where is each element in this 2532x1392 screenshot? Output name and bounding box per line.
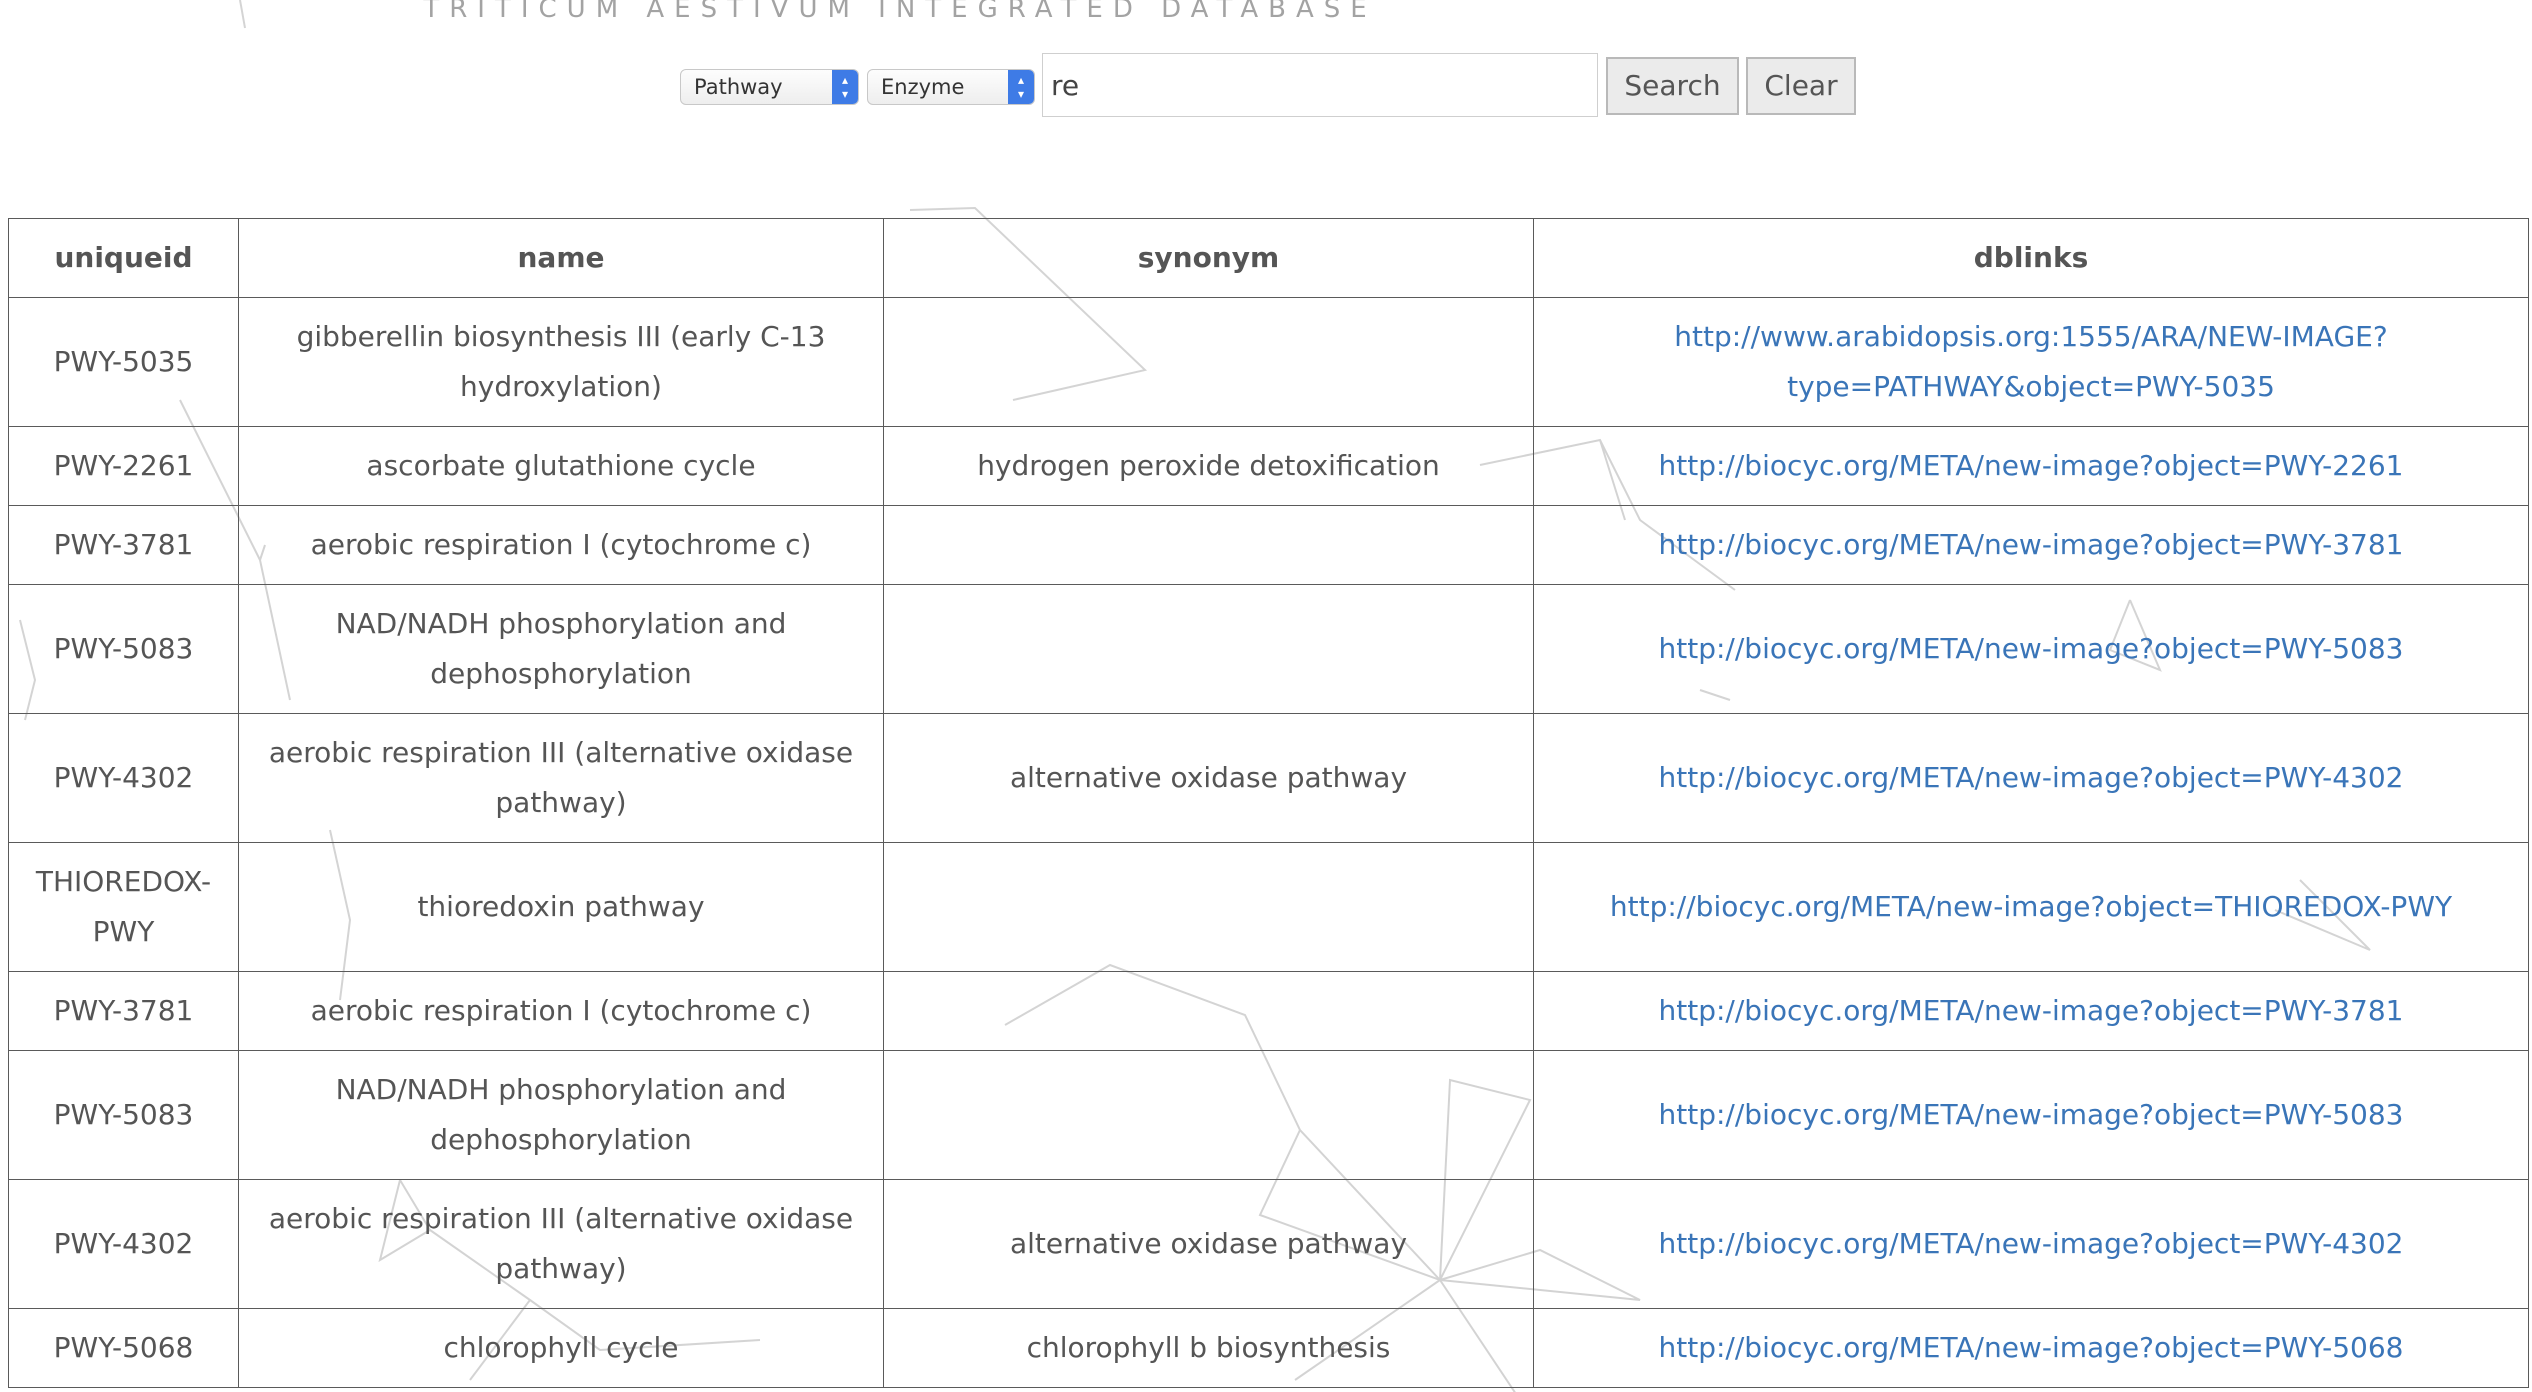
select-arrows-icon: ▴ ▾ [1008, 70, 1034, 104]
table-row: THIOREDOX-PWY thioredoxin pathway http:/… [8, 842, 2529, 972]
table-row: PWY-5035 gibberellin biosynthesis III (e… [8, 297, 2529, 427]
dblink[interactable]: http://biocyc.org/META/new-image?object=… [1659, 528, 2404, 561]
dblink[interactable]: http://biocyc.org/META/new-image?object=… [1610, 890, 2452, 923]
cell-name: aerobic respiration I (cytochrome c) [238, 505, 884, 585]
search-input[interactable] [1042, 53, 1598, 117]
dblink[interactable]: http://biocyc.org/META/new-image?object=… [1659, 1098, 2404, 1131]
cell-synonym [883, 505, 1534, 585]
cell-dblinks: http://biocyc.org/META/new-image?object=… [1533, 842, 2529, 972]
cell-uniqueid: PWY-3781 [8, 971, 239, 1051]
cell-name: aerobic respiration III (alternative oxi… [238, 713, 884, 843]
dblink[interactable]: http://biocyc.org/META/new-image?object=… [1659, 761, 2404, 794]
column-header-name: name [238, 218, 884, 298]
select-arrows-icon: ▴ ▾ [832, 70, 858, 104]
field-select[interactable]: Enzyme ▴ ▾ [867, 69, 1035, 105]
page: TRITICUM AESTIVUM INTEGRATED DATABASE Pa… [0, 0, 2532, 1392]
cell-name: aerobic respiration I (cytochrome c) [238, 971, 884, 1051]
cell-synonym: hydrogen peroxide detoxification [883, 426, 1534, 506]
cell-uniqueid: PWY-5083 [8, 584, 239, 714]
cell-dblinks: http://biocyc.org/META/new-image?object=… [1533, 584, 2529, 714]
cell-synonym: chlorophyll b biosynthesis [883, 1308, 1534, 1388]
cell-uniqueid: THIOREDOX-PWY [8, 842, 239, 972]
dblink[interactable]: http://biocyc.org/META/new-image?object=… [1659, 1331, 2404, 1364]
cell-uniqueid: PWY-5068 [8, 1308, 239, 1388]
cell-dblinks: http://biocyc.org/META/new-image?object=… [1533, 713, 2529, 843]
cell-uniqueid: PWY-5083 [8, 1050, 239, 1180]
cell-dblinks: http://biocyc.org/META/new-image?object=… [1533, 505, 2529, 585]
table-row: PWY-3781 aerobic respiration I (cytochro… [8, 505, 2529, 585]
cell-dblinks: http://biocyc.org/META/new-image?object=… [1533, 1179, 2529, 1309]
type-select[interactable]: Pathway ▴ ▾ [680, 69, 859, 105]
cell-name: aerobic respiration III (alternative oxi… [238, 1179, 884, 1309]
cell-synonym: alternative oxidase pathway [883, 1179, 1534, 1309]
dblink[interactable]: http://biocyc.org/META/new-image?object=… [1659, 632, 2404, 665]
dblink[interactable]: http://biocyc.org/META/new-image?object=… [1659, 994, 2404, 1027]
table-row: PWY-4302 aerobic respiration III (altern… [8, 1179, 2529, 1309]
cell-synonym [883, 971, 1534, 1051]
table-row: PWY-5083 NAD/NADH phosphorylation and de… [8, 1050, 2529, 1180]
cell-synonym [883, 297, 1534, 427]
cell-uniqueid: PWY-4302 [8, 1179, 239, 1309]
cell-name: NAD/NADH phosphorylation and dephosphory… [238, 584, 884, 714]
table-row: PWY-3781 aerobic respiration I (cytochro… [8, 971, 2529, 1051]
dblink[interactable]: http://biocyc.org/META/new-image?object=… [1659, 1227, 2404, 1260]
page-title: TRITICUM AESTIVUM INTEGRATED DATABASE [423, 0, 1377, 24]
column-header-synonym: synonym [883, 218, 1534, 298]
cell-name: ascorbate glutathione cycle [238, 426, 884, 506]
cell-dblinks: http://biocyc.org/META/new-image?object=… [1533, 1308, 2529, 1388]
table-row: PWY-2261 ascorbate glutathione cycle hyd… [8, 426, 2529, 506]
dblink[interactable]: http://www.arabidopsis.org:1555/ARA/NEW-… [1674, 320, 2387, 403]
cell-name: NAD/NADH phosphorylation and dephosphory… [238, 1050, 884, 1180]
dblink[interactable]: http://biocyc.org/META/new-image?object=… [1659, 449, 2404, 482]
cell-synonym: alternative oxidase pathway [883, 713, 1534, 843]
cell-dblinks: http://biocyc.org/META/new-image?object=… [1533, 426, 2529, 506]
cell-name: thioredoxin pathway [238, 842, 884, 972]
type-select-value: Pathway [694, 75, 783, 99]
cell-name: gibberellin biosynthesis III (early C-13… [238, 297, 884, 427]
table-row: PWY-4302 aerobic respiration III (altern… [8, 713, 2529, 843]
column-header-dblinks: dblinks [1533, 218, 2529, 298]
cell-uniqueid: PWY-2261 [8, 426, 239, 506]
column-header-uniqueid: uniqueid [8, 218, 239, 298]
table-row: PWY-5083 NAD/NADH phosphorylation and de… [8, 584, 2529, 714]
table-row: PWY-5068 chlorophyll cycle chlorophyll b… [8, 1308, 2529, 1388]
cell-dblinks: http://biocyc.org/META/new-image?object=… [1533, 1050, 2529, 1180]
clear-button[interactable]: Clear [1746, 57, 1856, 115]
cell-uniqueid: PWY-5035 [8, 297, 239, 427]
cell-synonym [883, 842, 1534, 972]
cell-dblinks: http://www.arabidopsis.org:1555/ARA/NEW-… [1533, 297, 2529, 427]
field-select-value: Enzyme [881, 75, 965, 99]
results-table: uniqueid name synonym dblinks PWY-5035 g… [8, 218, 2529, 1388]
search-button[interactable]: Search [1606, 57, 1739, 115]
cell-uniqueid: PWY-3781 [8, 505, 239, 585]
cell-dblinks: http://biocyc.org/META/new-image?object=… [1533, 971, 2529, 1051]
cell-uniqueid: PWY-4302 [8, 713, 239, 843]
cell-synonym [883, 584, 1534, 714]
table-header-row: uniqueid name synonym dblinks [8, 218, 2529, 298]
cell-synonym [883, 1050, 1534, 1180]
cell-name: chlorophyll cycle [238, 1308, 884, 1388]
